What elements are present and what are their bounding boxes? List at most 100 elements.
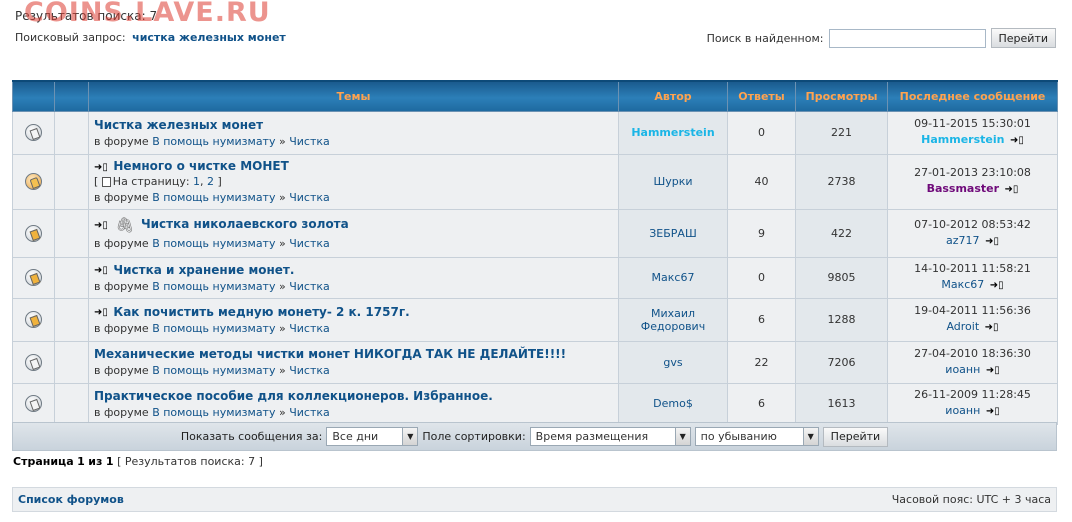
forum-link[interactable]: В помощь нумизмату [152,280,275,293]
attachment-icon: 🖇 [115,216,135,234]
views-cell: 422 [795,208,888,258]
subforum-link[interactable]: Чистка [289,364,330,377]
subforum-link[interactable]: Чистка [289,280,330,293]
replies-cell: 40 [727,153,796,210]
new-post-icon[interactable]: ➜▯ [94,162,108,173]
topic-row: Механические методы чистки монет НИКОГДА… [12,340,1058,384]
topic-status-cell [12,153,55,210]
days-select-value: Все дни [332,430,379,443]
goto-last-post-icon[interactable]: ➜▯ [985,234,999,250]
goto-last-post-icon[interactable]: ➜▯ [1010,133,1024,149]
topic-forum-line: в форуме В помощь нумизмату » Чистка [94,322,613,335]
topics-table: Темы Автор Ответы Просмотры Последнее со… [12,80,1058,425]
forum-link[interactable]: В помощь нумизмату [152,364,275,377]
days-select[interactable]: Все дни ▼ [326,427,419,446]
topic-forum-line: в форуме В помощь нумизмату » Чистка [94,191,613,204]
replies-cell: 6 [727,382,796,425]
forum-separator: » [278,321,286,335]
topic-title-link[interactable]: Немного о чистке МОНЕТ [113,159,288,173]
sort-order-select[interactable]: по убыванию ▼ [694,427,819,446]
topic-pages: [ На страницу: 1, 2 ] [94,175,613,188]
search-in-results: Поиск в найденном: Перейти [707,28,1056,48]
forum-separator: » [278,191,286,204]
sort-field-select[interactable]: Время размещения ▼ [529,427,691,446]
new-post-icon[interactable]: ➜▯ [94,265,108,276]
topic-title-link[interactable]: Чистка и хранение монет. [113,263,294,277]
last-post-author-link[interactable]: Макс67 [941,278,984,291]
topic-title-link[interactable]: Чистка железных монет [94,118,263,132]
topic-cell: ➜▯ 🖇 Чистка николаевского золота в форум… [88,208,619,258]
topic-cell: ➜▯ Как почистить медную монету- 2 к. 175… [88,297,619,342]
goto-last-post-icon[interactable]: ➜▯ [990,278,1004,294]
views-cell: 1288 [795,297,888,342]
forum-link[interactable]: В помощь нумизмату [152,135,275,148]
topic-title-link[interactable]: Механические методы чистки монет НИКОГДА… [94,347,566,361]
topic-title-link[interactable]: Как почистить медную монету- 2 к. 1757г. [113,305,409,319]
forum-link[interactable]: В помощь нумизмату [152,406,275,419]
subforum-link[interactable]: Чистка [289,135,330,148]
topic-title-link[interactable]: Чистка николаевского золота [141,217,349,231]
author-link[interactable]: Demo$ [653,397,693,410]
topic-cell: ➜▯ Немного о чистке МОНЕТ [ На страницу:… [88,153,619,210]
search-in-results-input[interactable] [828,28,986,48]
search-go-button[interactable]: Перейти [990,28,1056,48]
forum-link[interactable]: В помощь нумизмату [152,237,275,250]
new-post-icon[interactable]: ➜▯ [94,220,108,231]
last-post-date: 26-11-2009 11:28:45 [914,388,1031,401]
topic-title-link[interactable]: Практическое пособие для коллекционеров.… [94,389,493,403]
topic-row: Практическое пособие для коллекционеров.… [12,382,1058,425]
page-current: 1 [77,455,85,468]
forum-separator: » [278,405,286,419]
header-replies: Ответы [727,80,796,112]
author-link[interactable]: Михаил Федорович [641,307,705,333]
forum-link[interactable]: В помощь нумизмату [152,191,275,204]
subforum-link[interactable]: Чистка [289,191,330,204]
subforum-link[interactable]: Чистка [289,406,330,419]
topic-locked-icon [25,173,42,190]
last-post-author-link[interactable]: иоанн [945,363,980,376]
last-post-author-link[interactable]: Hammerstein [921,133,1004,146]
forum-separator: » [278,134,286,148]
author-link[interactable]: Шурки [653,175,692,188]
search-query-link[interactable]: чистка железных монет [132,31,286,44]
forum-prefix: в форуме [94,279,149,293]
last-post-author-link[interactable]: Bassmaster [927,182,999,195]
footer-bar: Список форумов Часовой пояс: UTC + 3 час… [12,487,1057,512]
author-cell: Шурки [618,153,728,210]
last-post-author-link[interactable]: az717 [946,234,980,247]
author-link[interactable]: Макс67 [652,271,695,284]
topic-row: Чистка железных монет в форуме В помощь … [12,110,1058,155]
chevron-down-icon: ▼ [802,428,818,445]
replies-cell: 0 [727,256,796,299]
last-post-author-link[interactable]: иоанн [945,404,980,417]
search-query-label: Поисковый запрос: [15,31,126,44]
forum-separator: » [278,237,286,250]
author-link[interactable]: gvs [663,356,682,369]
page-link-2[interactable]: 2 [207,175,214,188]
subforum-link[interactable]: Чистка [289,237,330,250]
author-link[interactable]: ЗЕБРАШ [649,227,696,240]
last-post-author-link[interactable]: Adroit [946,320,979,333]
pagination-results: [ Результатов поиска: 7 ] [117,455,263,468]
goto-last-post-icon[interactable]: ➜▯ [1005,182,1019,198]
author-cell: ЗЕБРАШ [618,208,728,258]
new-post-icon[interactable]: ➜▯ [94,307,108,318]
author-link[interactable]: Hammerstein [631,126,714,139]
goto-last-post-icon[interactable]: ➜▯ [986,363,1000,379]
page-link-1[interactable]: 1 [193,175,200,188]
forum-link[interactable]: В помощь нумизмату [152,322,275,335]
topic-type-cell [54,110,89,155]
author-cell: Demo$ [618,382,728,425]
goto-last-post-icon[interactable]: ➜▯ [985,320,999,336]
subforum-link[interactable]: Чистка [289,322,330,335]
goto-last-post-icon[interactable]: ➜▯ [986,404,1000,420]
topic-type-cell [54,153,89,210]
forum-list-link[interactable]: Список форумов [18,493,124,506]
topic-status-cell [12,382,55,425]
topic-cell: ➜▯ Чистка и хранение монет. в форуме В п… [88,256,619,299]
sort-go-button[interactable]: Перейти [822,426,889,447]
topic-cell: Практическое пособие для коллекционеров.… [88,382,619,425]
pages-sep: , [200,175,204,188]
views-cell: 9805 [795,256,888,299]
last-post-cell: 27-01-2013 23:10:08 Bassmaster ➜▯ [887,153,1058,210]
